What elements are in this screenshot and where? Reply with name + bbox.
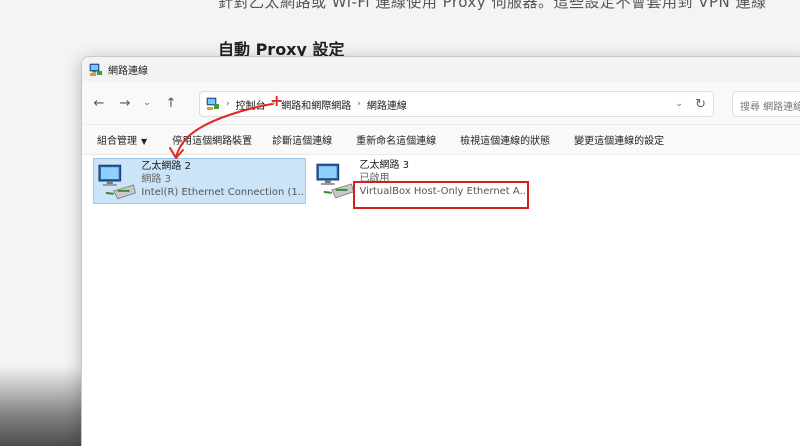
search-input[interactable]: 搜尋 網路連線 xyxy=(732,91,800,117)
connection-item-ethernet-2[interactable]: 乙太網路 2 網路 3 Intel(R) Ethernet Connection… xyxy=(93,158,306,204)
network-connections-window: 網路連線 ← → ⌄ ↑ › 控制台 › 網路和網際網路 › 網路連線 ⌄ ↻ … xyxy=(81,56,800,446)
change-settings-button[interactable]: 變更這個連線的設定 xyxy=(574,132,664,147)
ethernet-adapter-icon xyxy=(98,164,136,200)
background-page-text: 針對乙太網路或 Wi-Fi 連線使用 Proxy 伺服器。這些設定不會套用到 V… xyxy=(218,0,767,11)
caret-down-icon: ▼ xyxy=(141,137,148,146)
command-bar: 組合管理 ▼ 停用這個網路裝置 診斷這個連線 重新命名這個連線 檢視這個連線的狀態… xyxy=(82,125,800,155)
breadcrumb-network-connections[interactable]: 網路連線 xyxy=(367,97,407,112)
network-connections-icon xyxy=(89,63,102,76)
control-panel-icon xyxy=(206,97,219,110)
forward-button[interactable]: → xyxy=(114,96,136,111)
window-title: 網路連線 xyxy=(108,66,148,77)
title-bar: 網路連線 xyxy=(82,57,800,82)
refresh-icon[interactable]: ↻ xyxy=(695,97,706,112)
organize-label: 組合管理 xyxy=(97,136,137,147)
address-row: ← → ⌄ ↑ › 控制台 › 網路和網際網路 › 網路連線 ⌄ ↻ 搜尋 網路… xyxy=(82,82,800,125)
disable-device-button[interactable]: 停用這個網路裝置 xyxy=(172,132,252,147)
connection-name: 乙太網路 3 xyxy=(359,160,410,171)
up-button[interactable]: ↑ xyxy=(160,96,182,111)
breadcrumb-separator: › xyxy=(357,99,361,109)
red-plus-mark: + xyxy=(270,91,284,110)
breadcrumb-network-internet[interactable]: 網路和網際網路 xyxy=(281,97,351,112)
back-button[interactable]: ← xyxy=(88,96,110,111)
connection-device: Intel(R) Ethernet Connection (1... xyxy=(141,187,305,198)
recent-locations-button[interactable]: ⌄ xyxy=(136,98,158,108)
organize-menu[interactable]: 組合管理 ▼ xyxy=(97,132,147,147)
red-highlight-box xyxy=(353,181,529,209)
view-status-button[interactable]: 檢視這個連線的狀態 xyxy=(460,132,550,147)
diagnose-connection-button[interactable]: 診斷這個連線 xyxy=(272,132,332,147)
connection-name: 乙太網路 2 xyxy=(141,161,191,172)
breadcrumb-separator: › xyxy=(226,99,230,109)
connection-network: 網路 3 xyxy=(141,174,171,185)
ethernet-adapter-icon xyxy=(316,163,354,199)
rename-connection-button[interactable]: 重新命名這個連線 xyxy=(356,132,436,147)
chevron-down-icon[interactable]: ⌄ xyxy=(675,99,683,109)
breadcrumb-control-panel[interactable]: 控制台 xyxy=(236,97,266,112)
